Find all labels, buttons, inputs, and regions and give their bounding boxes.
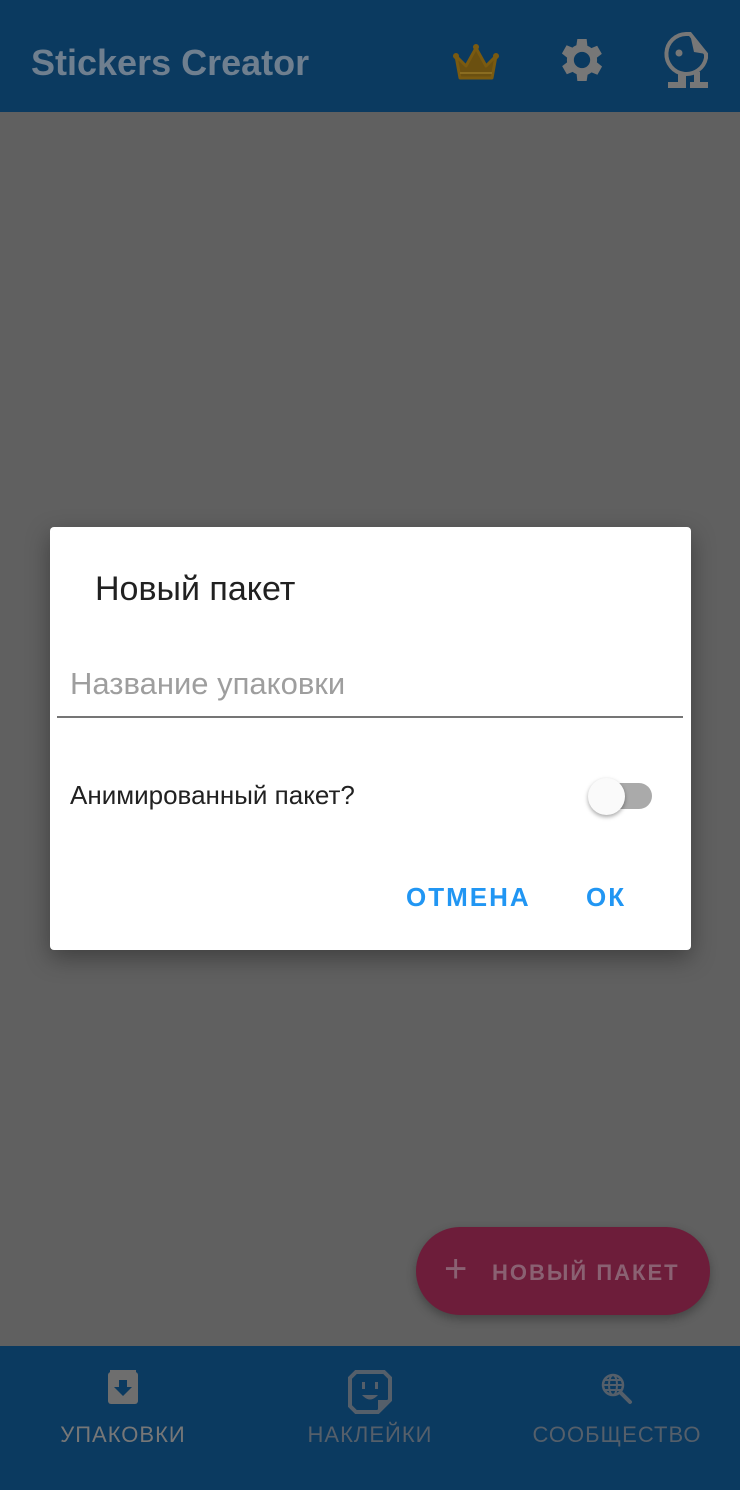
bottom-navigation: УПАКОВКИ НАКЛЕЙКИ СООБЩЕСТВО xyxy=(0,1346,740,1490)
cancel-button[interactable]: ОТМЕНА xyxy=(406,882,531,913)
sticker-face-icon xyxy=(348,1370,392,1414)
animated-pack-switch[interactable] xyxy=(588,776,652,815)
animated-pack-label: Анимированный пакет? xyxy=(70,780,355,810)
new-pack-dialog: Новый пакет Анимированный пакет? ОТМЕНА … xyxy=(50,527,691,950)
nav-label: СООБЩЕСТВО xyxy=(532,1422,702,1447)
pack-download-icon xyxy=(108,1370,138,1404)
app-bar: Stickers Creator xyxy=(0,0,740,112)
globe-search-icon xyxy=(601,1373,632,1404)
sticker-mascot-icon[interactable] xyxy=(660,30,716,92)
pack-name-input[interactable] xyxy=(57,652,683,718)
nav-label: НАКЛЕЙКИ xyxy=(307,1422,433,1447)
ok-button[interactable]: ОК xyxy=(586,882,626,913)
dialog-title: Новый пакет xyxy=(95,570,296,608)
switch-thumb xyxy=(588,778,625,815)
nav-item-community[interactable]: СООБЩЕСТВО xyxy=(494,1346,740,1490)
app-title: Stickers Creator xyxy=(31,42,310,83)
gear-icon[interactable] xyxy=(554,32,610,88)
nav-item-packs[interactable]: УПАКОВКИ xyxy=(0,1346,246,1490)
new-pack-fab[interactable]: + НОВЫЙ ПАКЕТ xyxy=(416,1227,710,1315)
fab-label: НОВЫЙ ПАКЕТ xyxy=(492,1260,680,1285)
plus-icon: + xyxy=(444,1247,470,1291)
nav-label: УПАКОВКИ xyxy=(60,1422,186,1447)
nav-item-stickers[interactable]: НАКЛЕЙКИ xyxy=(247,1346,493,1490)
crown-icon[interactable] xyxy=(448,32,504,88)
